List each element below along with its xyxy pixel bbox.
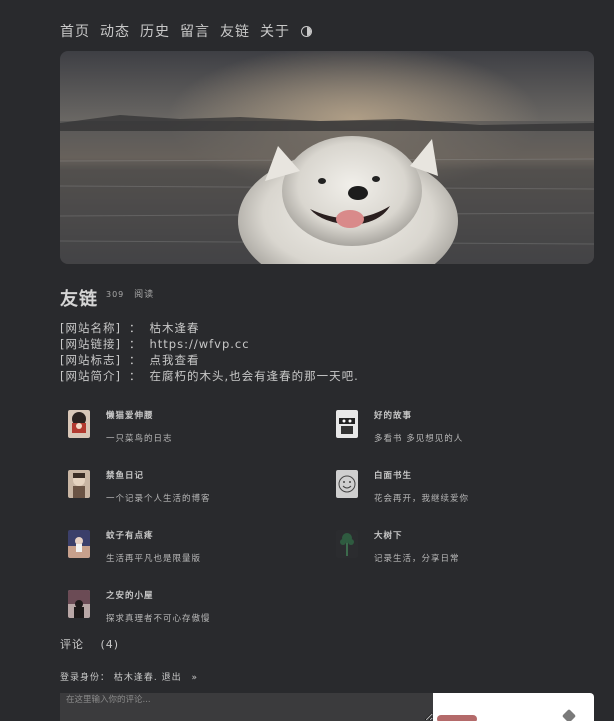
top-nav: 首页 动态 历史 留言 友链 关于 <box>60 21 312 41</box>
friend-card[interactable]: 蚊子有点疼 生活再平凡也是限量版 <box>68 525 308 575</box>
login-status: 登录身份： 枯木逢春. 退出 » <box>60 673 199 683</box>
friend-name: 懒猫爱伸腰 <box>106 411 154 421</box>
theme-toggle-icon[interactable] <box>301 25 312 37</box>
comment-input[interactable] <box>60 693 433 721</box>
info-row-intro: [网站简介]：在腐朽的木头,也会有逢春的那一天吧. <box>60 369 359 383</box>
page-title: 友链 <box>60 289 98 310</box>
friend-name: 好的故事 <box>374 411 413 421</box>
friend-avatar <box>68 410 90 438</box>
hero-image <box>60 51 594 264</box>
friend-desc: 花会再开，我继续爱你 <box>374 494 470 504</box>
read-count-number: 309 <box>106 290 125 299</box>
friend-desc: 探求真理者不可心存傲慢 <box>106 614 211 624</box>
friend-avatar <box>68 470 90 498</box>
friend-card[interactable]: 禁鱼日记 一个记录个人生活的博客 <box>68 465 308 515</box>
comment-side-panel <box>433 693 594 721</box>
read-count: 309 阅读 <box>106 287 154 300</box>
logout-link[interactable]: 退出 <box>162 673 182 683</box>
friend-avatar <box>336 530 358 558</box>
friend-desc: 一个记录个人生活的博客 <box>106 494 211 504</box>
friend-card[interactable]: 懒猫爱伸腰 一只菜鸟的日志 <box>68 405 308 455</box>
info-value-intro: 在腐朽的木头,也会有逢春的那一天吧. <box>149 369 359 383</box>
comments-label: 评论 <box>60 638 84 651</box>
pen-icon[interactable] <box>561 708 577 721</box>
comments-header: 评论 (4) <box>60 636 119 652</box>
friend-desc: 生活再平凡也是限量版 <box>106 554 202 564</box>
friend-name: 蚊子有点疼 <box>106 531 154 541</box>
friend-name: 白面书生 <box>374 471 413 481</box>
nav-home[interactable]: 首页 <box>60 21 90 41</box>
friend-avatar <box>336 470 358 498</box>
friend-name: 之安的小屋 <box>106 591 154 601</box>
friend-name: 禁鱼日记 <box>106 471 145 481</box>
friend-card[interactable]: 大树下 记录生活，分享日常 <box>336 525 576 575</box>
friend-desc: 一只菜鸟的日志 <box>106 434 173 444</box>
color-swatch[interactable] <box>437 715 477 721</box>
comments-count: (4) <box>100 638 120 651</box>
info-row-name: [网站名称]：枯木逢春 <box>60 321 200 335</box>
read-count-label: 阅读 <box>134 290 155 300</box>
friend-card[interactable]: 之安的小屋 探求真理者不可心存傲慢 <box>68 585 308 635</box>
friend-card[interactable]: 好的故事 多看书 多见想见的人 <box>336 405 576 455</box>
nav-moments[interactable]: 动态 <box>100 21 130 41</box>
nav-about[interactable]: 关于 <box>260 21 290 41</box>
friend-avatar <box>68 530 90 558</box>
post-header: 友链 309 阅读 <box>60 285 154 311</box>
info-row-logo: [网站标志]：点我查看 <box>60 353 200 367</box>
site-info: [网站名称]：枯木逢春 [网站链接]： https://wfvp.cc [网站标志… <box>60 320 359 384</box>
friend-avatar <box>68 590 90 618</box>
friend-card[interactable]: 白面书生 花会再开，我继续爱你 <box>336 465 576 515</box>
nav-guestbook[interactable]: 留言 <box>180 21 210 41</box>
friend-name: 大树下 <box>374 531 403 541</box>
login-user-link[interactable]: 枯木逢春 <box>114 673 154 683</box>
nav-history[interactable]: 历史 <box>140 21 170 41</box>
friend-desc: 多看书 多见想见的人 <box>374 434 464 444</box>
info-value-link[interactable]: https://wfvp.cc <box>149 337 249 351</box>
info-value-logo-link[interactable]: 点我查看 <box>149 353 199 367</box>
friend-desc: 记录生活，分享日常 <box>374 554 460 564</box>
nav-links[interactable]: 友链 <box>220 21 250 41</box>
arrow-icon: » <box>191 673 199 683</box>
info-value-name: 枯木逢春 <box>149 321 200 335</box>
friend-avatar <box>336 410 358 438</box>
info-row-link: [网站链接]： https://wfvp.cc <box>60 337 250 351</box>
